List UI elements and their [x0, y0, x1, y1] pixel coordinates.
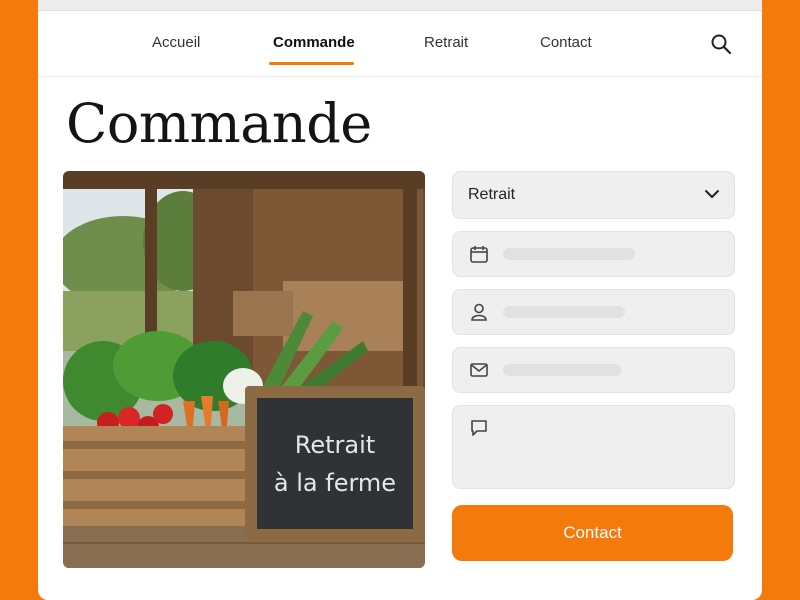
date-placeholder-bar — [503, 248, 635, 260]
page-title: Commande — [66, 92, 372, 155]
nav-item-retrait[interactable]: Retrait — [424, 34, 468, 51]
chalkboard-text-line2: à la ferme — [274, 469, 396, 497]
nav-item-accueil[interactable]: Accueil — [152, 34, 200, 51]
search-icon[interactable] — [710, 33, 732, 55]
calendar-icon — [470, 246, 488, 263]
date-field[interactable] — [452, 231, 735, 277]
active-tab-indicator — [269, 62, 354, 65]
message-field[interactable] — [452, 405, 735, 489]
name-placeholder-bar — [503, 306, 625, 318]
message-icon — [471, 420, 487, 436]
contact-button[interactable]: Contact — [452, 505, 733, 561]
pickup-select[interactable]: Retrait — [452, 171, 735, 219]
nav-item-contact[interactable]: Contact — [540, 34, 592, 51]
chalkboard-text-line1: Retrait — [295, 431, 375, 459]
name-field[interactable] — [452, 289, 735, 335]
mail-icon — [470, 363, 488, 377]
top-navigation: Accueil Commande Retrait Contact — [38, 10, 762, 77]
nav-item-commande[interactable]: Commande — [273, 34, 355, 51]
user-icon — [471, 303, 487, 321]
pickup-select-value: Retrait — [468, 186, 516, 203]
email-field[interactable] — [452, 347, 735, 393]
page-card: Accueil Commande Retrait Contact Command… — [38, 0, 762, 600]
farm-produce-photo: Retrait à la ferme — [63, 171, 425, 568]
email-placeholder-bar — [503, 364, 621, 376]
chevron-down-icon — [705, 190, 719, 198]
